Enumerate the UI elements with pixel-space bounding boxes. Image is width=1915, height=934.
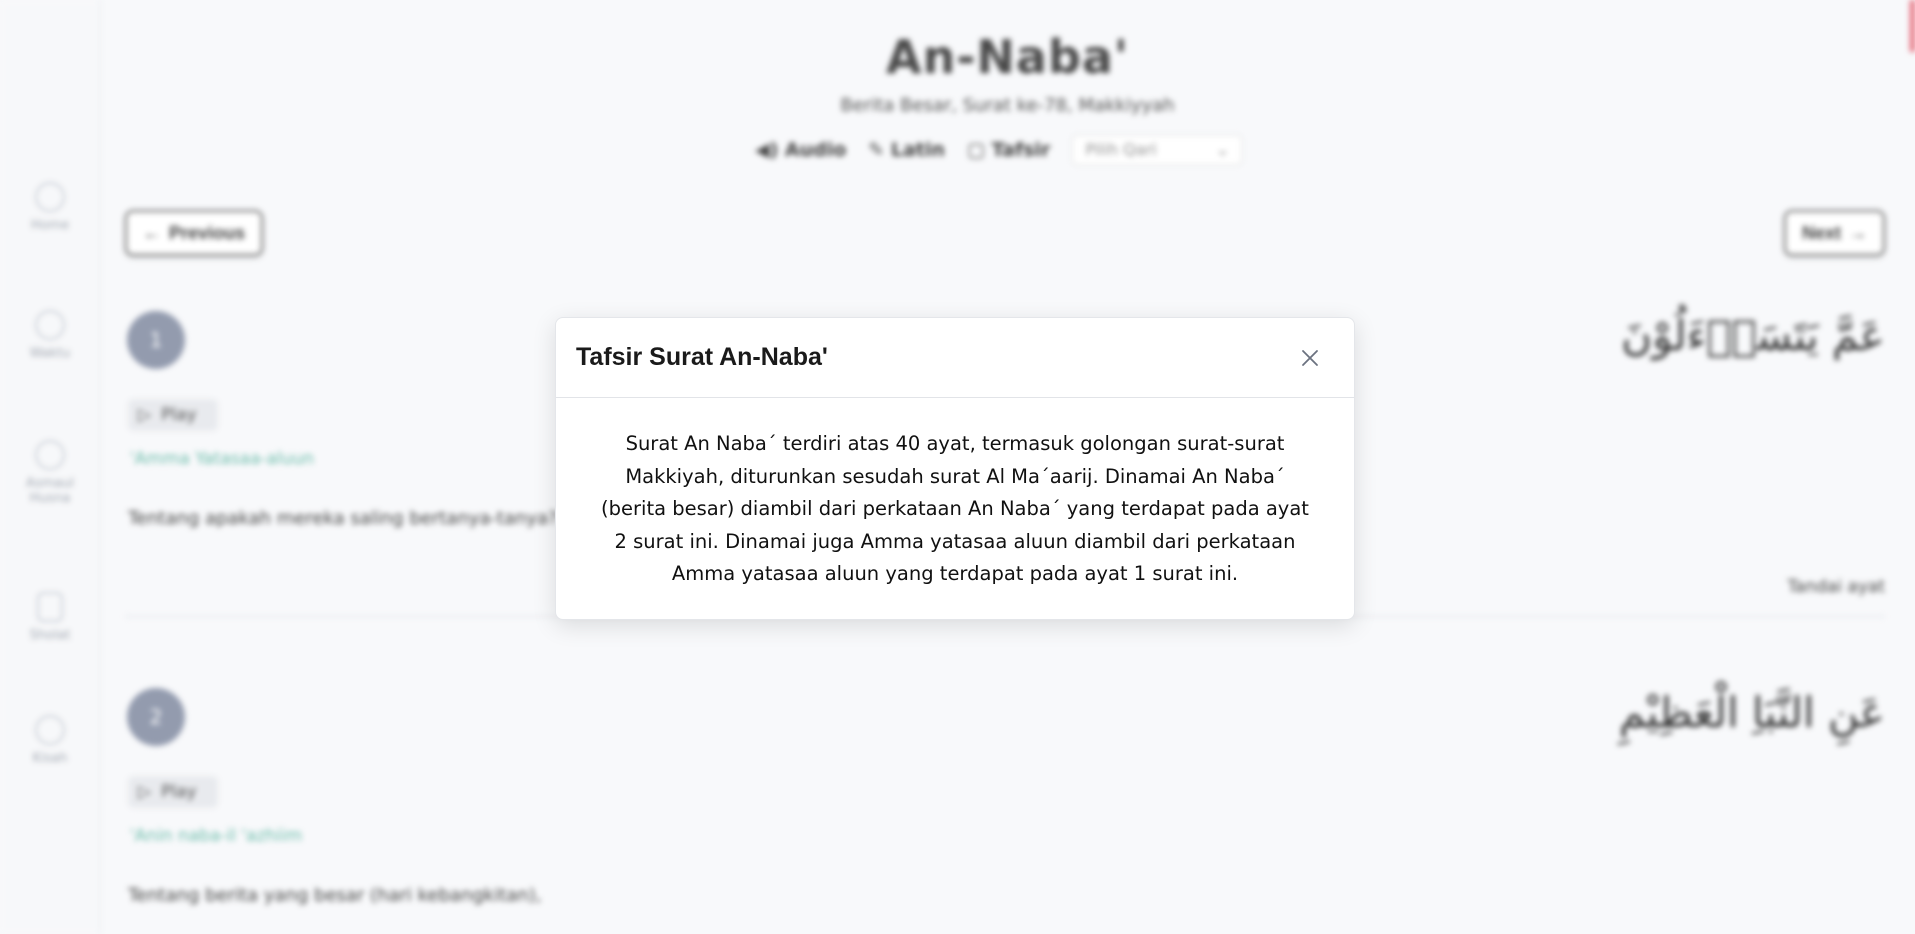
modal-header: Tafsir Surat An-Naba' (556, 318, 1354, 398)
close-button[interactable] (1295, 343, 1325, 373)
modal-body-text: Surat An Naba´ terdiri atas 40 ayat, ter… (601, 432, 1309, 585)
tafsir-modal: Tafsir Surat An-Naba' Surat An Naba´ ter… (555, 317, 1355, 620)
modal-title: Tafsir Surat An-Naba' (576, 343, 828, 371)
close-icon (1302, 349, 1318, 366)
